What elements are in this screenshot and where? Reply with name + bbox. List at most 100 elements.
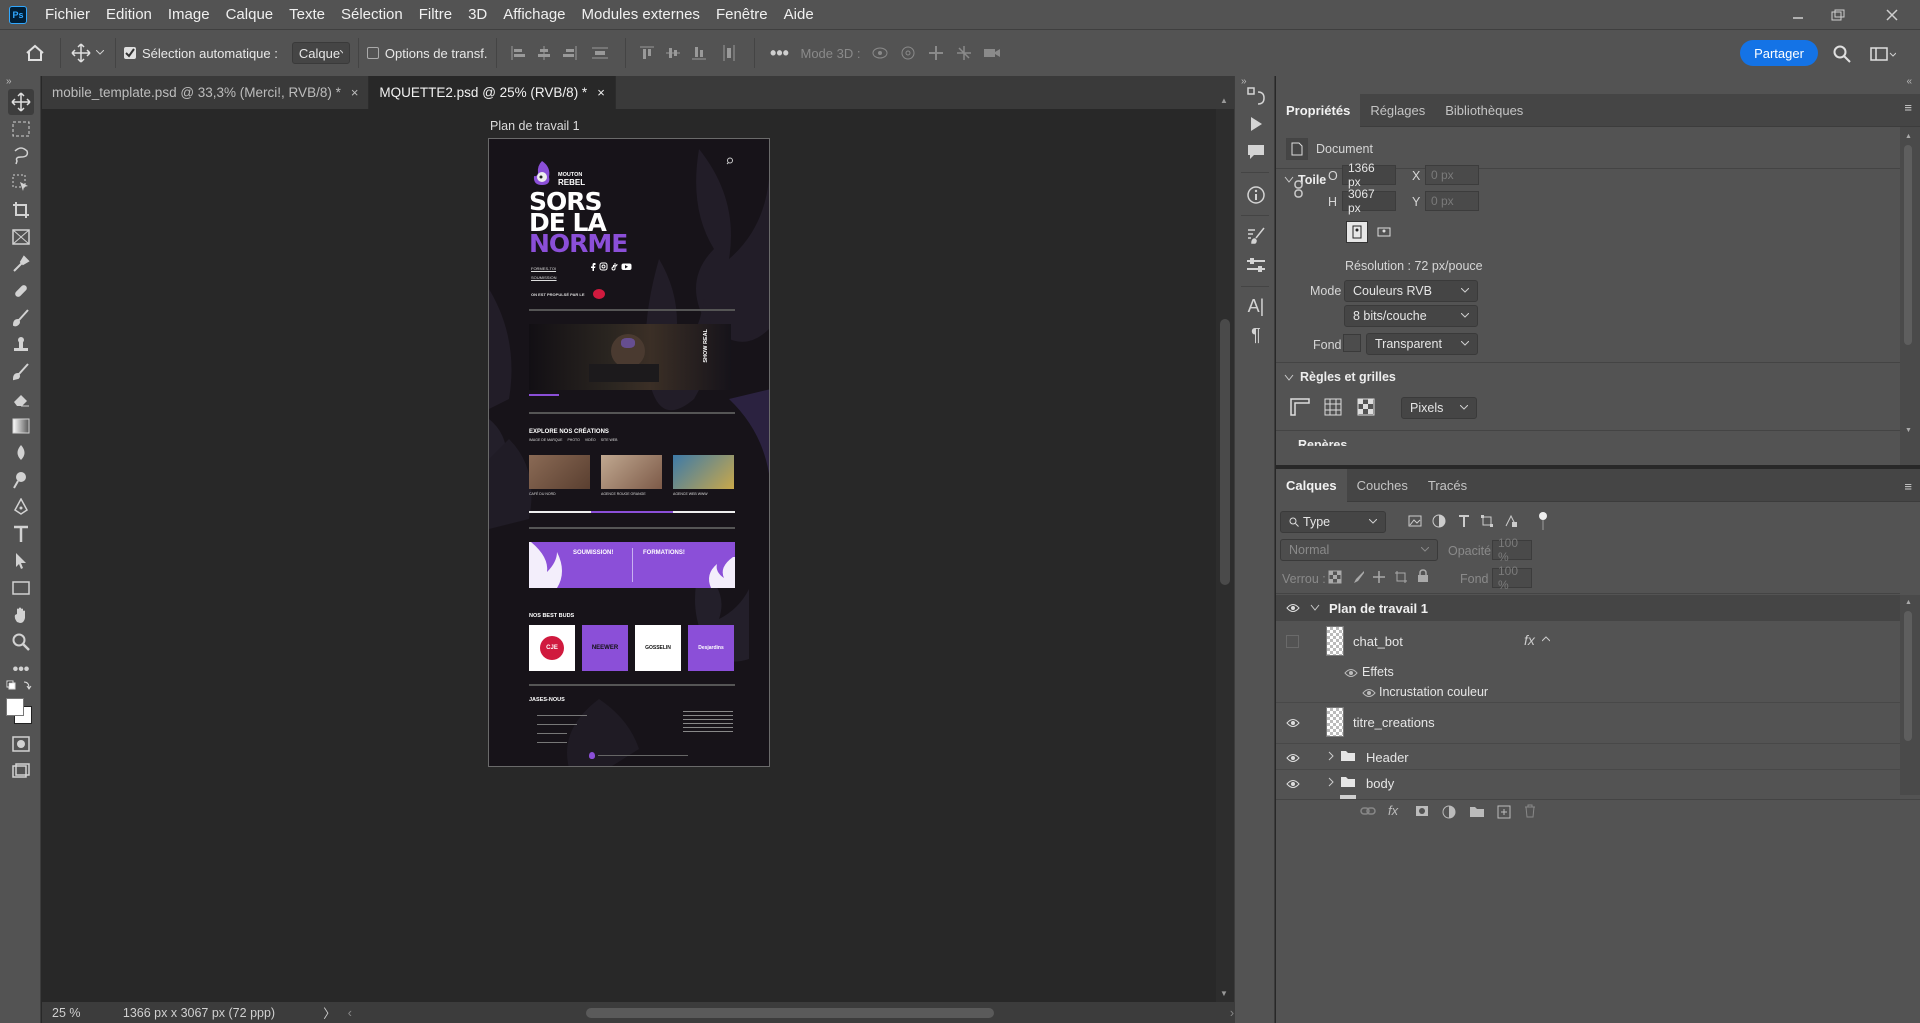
chevron-right-icon[interactable] [1328,777,1334,787]
collapse-icon[interactable]: « [1906,76,1912,87]
hand-tool[interactable] [8,602,34,628]
align-bottom-icon[interactable] [686,45,712,61]
info-icon[interactable] [1244,183,1268,207]
swap-colors-icon[interactable] [6,680,34,694]
orbit-3d-icon[interactable] [866,45,894,61]
height-field[interactable]: 3067 px [1342,187,1396,215]
chevron-up-icon[interactable] [1542,636,1550,642]
fond-select[interactable]: Transparent [1366,333,1478,355]
y-field[interactable]: 0 px [1425,191,1479,211]
history-icon[interactable] [1244,84,1268,108]
visibility-eye-icon[interactable] [1284,601,1302,615]
visibility-eye-icon[interactable] [1284,777,1302,791]
menu-selection[interactable]: Sélection [333,0,411,29]
panel-menu-icon[interactable]: ≡ [1904,100,1912,115]
minimize-icon[interactable] [1782,0,1814,29]
scroll-left-icon[interactable]: ‹ [348,1006,352,1020]
menu-filtre[interactable]: Filtre [411,0,460,29]
align-top-icon[interactable] [634,45,660,61]
brush-settings-icon[interactable] [1244,224,1268,248]
close-tab-icon[interactable]: × [351,85,359,100]
chevron-down-icon[interactable] [93,50,107,56]
eraser-tool[interactable] [8,386,34,412]
portrait-orientation-icon[interactable] [1346,221,1368,243]
status-arrow-icon[interactable]: 〉 [323,1003,336,1022]
menu-image[interactable]: Image [160,0,218,29]
lock-all-icon[interactable] [1417,569,1429,583]
artboard[interactable]: MOUTON REBEL SORS DE LA NORME FORMES-TOI… [488,138,770,767]
auto-select-checkbox[interactable] [124,47,136,59]
menu-3d[interactable]: 3D [460,0,495,29]
layer-filter-select[interactable]: Type [1280,511,1386,533]
layer-group-body-row[interactable]: body [1276,770,1900,795]
layer-fx-icon[interactable]: fx [1524,632,1535,648]
scroll-up-icon[interactable]: ▲ [1905,133,1912,140]
filter-smart-object-icon[interactable] [1504,514,1518,528]
menu-edition[interactable]: Edition [98,0,160,29]
eyedropper-tool[interactable] [8,251,34,277]
blend-mode-select[interactable]: Normal [1280,539,1438,561]
filter-toggle-icon[interactable] [1538,511,1548,531]
zoom-tool[interactable] [8,629,34,655]
pan-3d-icon[interactable] [922,45,950,61]
path-selection-tool[interactable] [8,548,34,574]
fill-field[interactable]: 100 % [1492,564,1532,592]
tab-calques[interactable]: Calques [1276,468,1347,502]
chevron-down-icon[interactable] [1310,604,1320,612]
align-middle-icon[interactable] [660,45,686,61]
layer-color-overlay-row[interactable]: Incrustation couleur [1276,682,1900,702]
lasso-tool[interactable] [8,143,34,169]
color-swatches[interactable] [4,696,34,726]
pen-tool[interactable] [8,494,34,520]
scrollbar-thumb[interactable] [1904,611,1912,741]
home-icon[interactable] [18,44,52,62]
menu-aide[interactable]: Aide [776,0,822,29]
horizontal-scrollbar-thumb[interactable] [585,1007,994,1018]
visibility-eye-icon[interactable] [1342,666,1360,680]
layers-scrollbar[interactable]: ▲ [1900,595,1920,795]
bit-depth-select[interactable]: 8 bits/couche [1344,305,1478,327]
layer-artboard-row[interactable]: Plan de travail 1 [1276,595,1900,621]
tab-traces[interactable]: Tracés [1418,469,1477,502]
scrollbar-thumb[interactable] [1220,319,1230,585]
actions-play-icon[interactable] [1244,112,1268,136]
object-selection-tool[interactable] [8,170,34,196]
add-style-icon[interactable]: fx [1388,803,1398,818]
close-icon[interactable] [1876,0,1908,29]
filter-pixel-icon[interactable] [1408,514,1422,528]
panel-menu-icon[interactable]: ≡ [1904,479,1912,494]
marquee-tool[interactable] [8,116,34,142]
menu-modules[interactable]: Modules externes [574,0,708,29]
filter-shape-icon[interactable] [1480,514,1494,528]
align-left-icon[interactable] [505,45,531,61]
filter-adjustment-icon[interactable] [1432,514,1446,528]
layer-chat-bot-row[interactable]: chat_bot fx [1276,622,1900,662]
clone-stamp-tool[interactable] [8,332,34,358]
workspace-icon[interactable] [1868,44,1898,64]
align-center-icon[interactable] [531,45,557,61]
rectangle-tool[interactable] [8,575,34,601]
transform-controls-checkbox[interactable] [366,47,379,59]
lock-position-icon[interactable] [1372,570,1386,584]
vertical-scrollbar[interactable]: ▲ ▼ [1216,96,1234,1002]
artboard-label[interactable]: Plan de travail 1 [490,119,580,133]
new-group-icon[interactable] [1469,805,1485,818]
scrollbar-thumb[interactable] [1904,145,1912,345]
align-right-icon[interactable] [557,45,583,61]
gradient-tool[interactable] [8,413,34,439]
scroll-up-icon[interactable]: ▲ [1220,96,1228,105]
canvas-area[interactable]: Plan de travail 1 MOUTON REBEL SORS DE L… [42,109,1216,1002]
move-tool[interactable] [8,89,34,115]
camera-3d-icon[interactable] [978,46,1006,60]
menu-affichage[interactable]: Affichage [495,0,573,29]
tab-mobile-template[interactable]: mobile_template.psd @ 33,3% (Merci!, RVB… [42,76,370,109]
adjustments-sliders-icon[interactable] [1244,253,1268,277]
tab-couches[interactable]: Couches [1347,469,1418,502]
filter-type-icon[interactable] [1457,514,1471,528]
adjustment-layer-icon[interactable] [1442,805,1456,819]
opacity-field[interactable]: 100 % [1492,536,1532,564]
visibility-eye-icon[interactable] [1284,716,1302,730]
zoom-level[interactable]: 25 % [52,1006,99,1020]
color-mode-select[interactable]: Couleurs RVB [1344,280,1478,302]
landscape-orientation-icon[interactable] [1373,221,1395,243]
